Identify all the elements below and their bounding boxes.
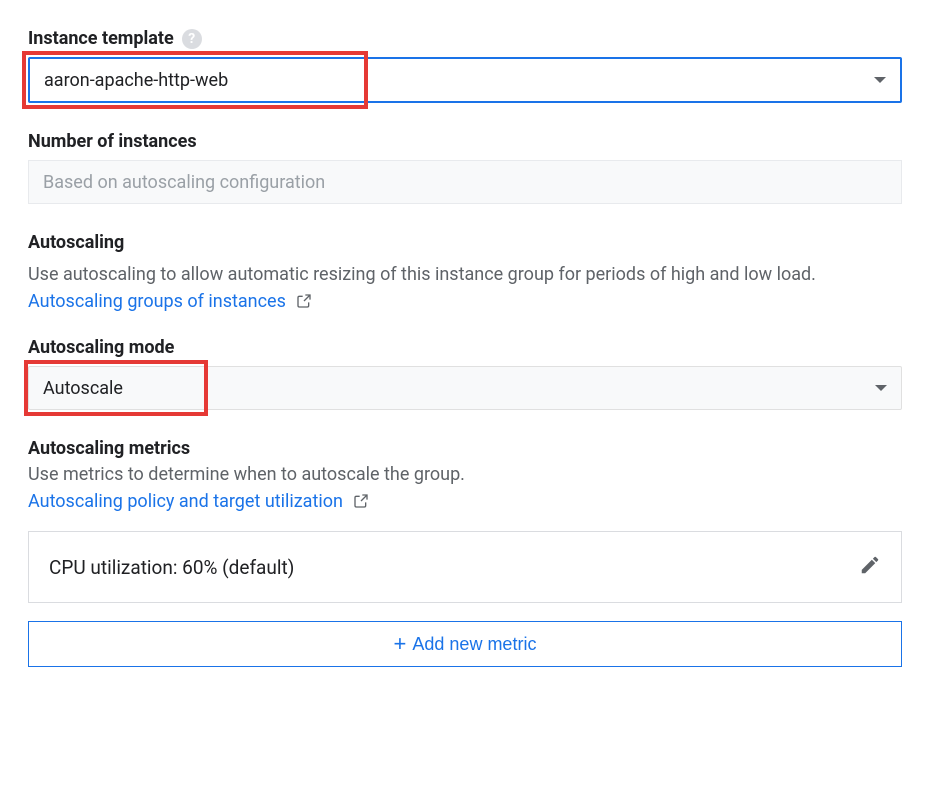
metric-card-text: CPU utilization: 60% (default) (49, 556, 294, 579)
instance-template-select[interactable]: aaron-apache-http-web (28, 57, 902, 103)
autoscaling-heading: Autoscaling (28, 232, 124, 253)
external-link-icon (353, 490, 369, 517)
edit-icon[interactable] (859, 554, 881, 580)
help-icon[interactable]: ? (182, 29, 202, 49)
autoscaling-mode-label: Autoscaling mode (28, 337, 174, 358)
autoscaling-metrics-heading: Autoscaling metrics (28, 438, 190, 459)
instance-template-label: Instance template (28, 28, 174, 49)
external-link-icon (296, 290, 312, 317)
metric-card[interactable]: CPU utilization: 60% (default) (28, 531, 902, 603)
num-instances-field: Based on autoscaling configuration (28, 160, 902, 204)
autoscaling-link[interactable]: Autoscaling groups of instances (28, 291, 286, 312)
autoscaling-mode-select[interactable]: Autoscale (28, 366, 902, 410)
autoscaling-metrics-desc: Use metrics to determine when to autosca… (28, 461, 902, 488)
num-instances-placeholder: Based on autoscaling configuration (43, 172, 325, 193)
chevron-down-icon (875, 385, 887, 391)
instance-template-value: aaron-apache-http-web (44, 70, 228, 91)
add-metric-button[interactable]: + Add new metric (28, 621, 902, 667)
num-instances-label: Number of instances (28, 131, 197, 152)
autoscaling-metrics-link[interactable]: Autoscaling policy and target utilizatio… (28, 491, 343, 512)
autoscaling-mode-value: Autoscale (43, 378, 123, 399)
chevron-down-icon (874, 77, 886, 83)
add-metric-label: Add new metric (412, 634, 536, 655)
autoscaling-desc-wrap: Use autoscaling to allow automatic resiz… (28, 261, 902, 317)
plus-icon: + (394, 633, 407, 655)
autoscaling-desc: Use autoscaling to allow automatic resiz… (28, 264, 816, 285)
